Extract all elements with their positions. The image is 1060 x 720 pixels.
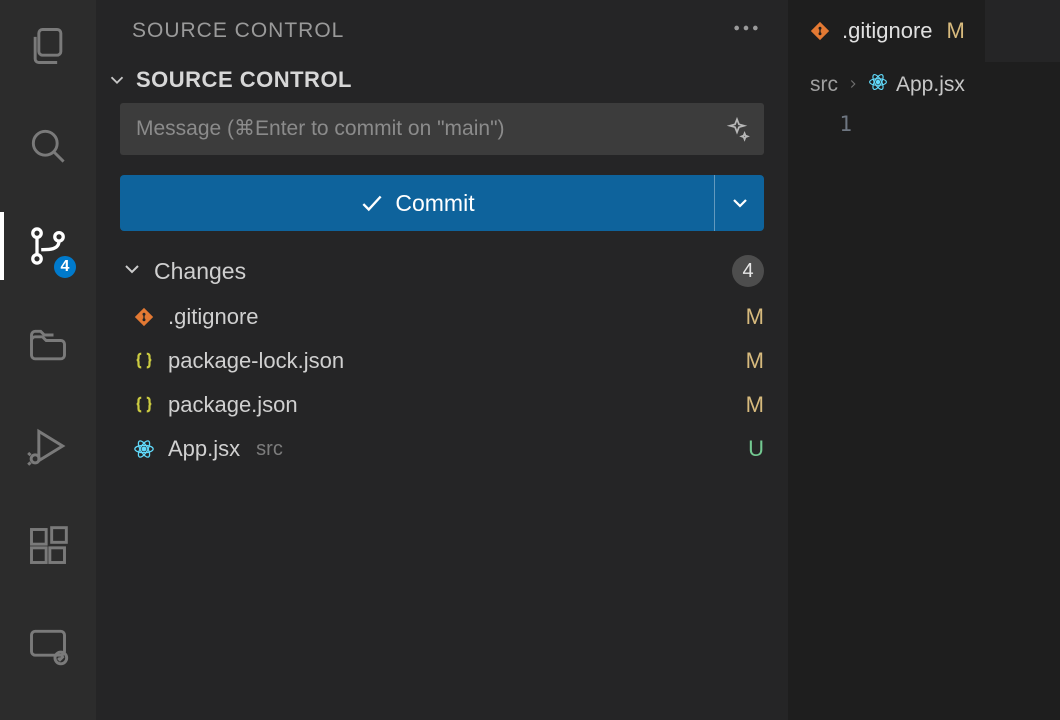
file-name: package.json	[168, 392, 298, 418]
source-control-section-header[interactable]: SOURCE CONTROL	[96, 63, 788, 103]
file-status: M	[746, 348, 764, 374]
commit-button[interactable]: Commit	[120, 175, 714, 231]
git-file-icon	[132, 306, 156, 328]
activity-source-control[interactable]: 4	[0, 218, 96, 274]
search-icon	[26, 124, 70, 168]
panel-title: SOURCE CONTROL	[132, 19, 344, 43]
files-icon	[26, 24, 70, 68]
editor-area: .gitignore M src App.jsx 1	[788, 0, 1060, 720]
remote-icon	[26, 624, 70, 668]
editor-tab-row: .gitignore M	[788, 0, 1060, 62]
commit-dropdown-button[interactable]	[714, 175, 764, 231]
react-file-icon	[868, 72, 888, 98]
chevron-down-icon	[106, 69, 128, 91]
change-row[interactable]: package-lock.json M	[96, 339, 788, 383]
commit-message-input[interactable]	[120, 103, 764, 155]
line-gutter: 1	[788, 108, 876, 720]
json-file-icon	[132, 394, 156, 416]
ai-sparkle-button[interactable]	[724, 116, 750, 142]
activity-run-debug[interactable]	[0, 418, 96, 474]
more-actions-button[interactable]	[724, 14, 768, 47]
chevron-right-icon	[846, 73, 860, 97]
sparkle-icon	[724, 116, 750, 142]
commit-area: Commit	[96, 103, 788, 231]
change-row[interactable]: App.jsx src U	[96, 427, 788, 471]
chevron-down-icon	[728, 191, 752, 215]
activity-search[interactable]	[0, 118, 96, 174]
breadcrumb[interactable]: src App.jsx	[788, 62, 1060, 108]
git-file-icon	[808, 20, 832, 42]
breadcrumb-folder: src	[810, 73, 838, 97]
line-number: 1	[788, 112, 852, 136]
code-content[interactable]	[876, 108, 1060, 720]
extensions-icon	[26, 524, 70, 568]
folder-icon	[26, 324, 70, 368]
changes-list: .gitignore Mpackage-lock.json Mpackage.jso…	[96, 295, 788, 471]
commit-button-label: Commit	[395, 190, 474, 217]
file-name: package-lock.json	[168, 348, 344, 374]
change-row[interactable]: package.json M	[96, 383, 788, 427]
file-status: M	[746, 304, 764, 330]
react-file-icon	[132, 438, 156, 460]
editor-body[interactable]: 1	[788, 108, 1060, 720]
changes-header[interactable]: Changes 4	[96, 231, 788, 295]
activity-explorer[interactable]	[0, 18, 96, 74]
check-icon	[359, 190, 385, 216]
file-name: App.jsx	[168, 436, 240, 462]
panel-title-row: SOURCE CONTROL	[96, 0, 788, 63]
json-file-icon	[132, 350, 156, 372]
change-row[interactable]: .gitignore M	[96, 295, 788, 339]
commit-button-row: Commit	[120, 175, 764, 231]
section-label: SOURCE CONTROL	[136, 67, 352, 93]
tab-label: .gitignore	[842, 18, 933, 44]
activity-remote[interactable]	[0, 618, 96, 674]
source-control-panel: SOURCE CONTROL SOURCE CONTROL Commit	[96, 0, 788, 720]
tab-status: M	[947, 18, 965, 44]
file-path: src	[256, 438, 283, 461]
activity-extensions[interactable]	[0, 518, 96, 574]
changes-label: Changes	[154, 258, 722, 285]
file-name: .gitignore	[168, 304, 259, 330]
file-status: U	[748, 436, 764, 462]
play-bug-icon	[26, 424, 70, 468]
ellipsis-icon	[732, 18, 760, 38]
activity-bar: 4	[0, 0, 96, 720]
changes-count-badge: 4	[732, 255, 764, 287]
file-status: M	[746, 392, 764, 418]
activity-folders[interactable]	[0, 318, 96, 374]
editor-tab-gitignore[interactable]: .gitignore M	[788, 0, 986, 62]
commit-message-wrap	[120, 103, 764, 155]
scm-badge: 4	[52, 254, 78, 280]
chevron-down-icon	[120, 257, 144, 286]
breadcrumb-file: App.jsx	[896, 73, 965, 97]
